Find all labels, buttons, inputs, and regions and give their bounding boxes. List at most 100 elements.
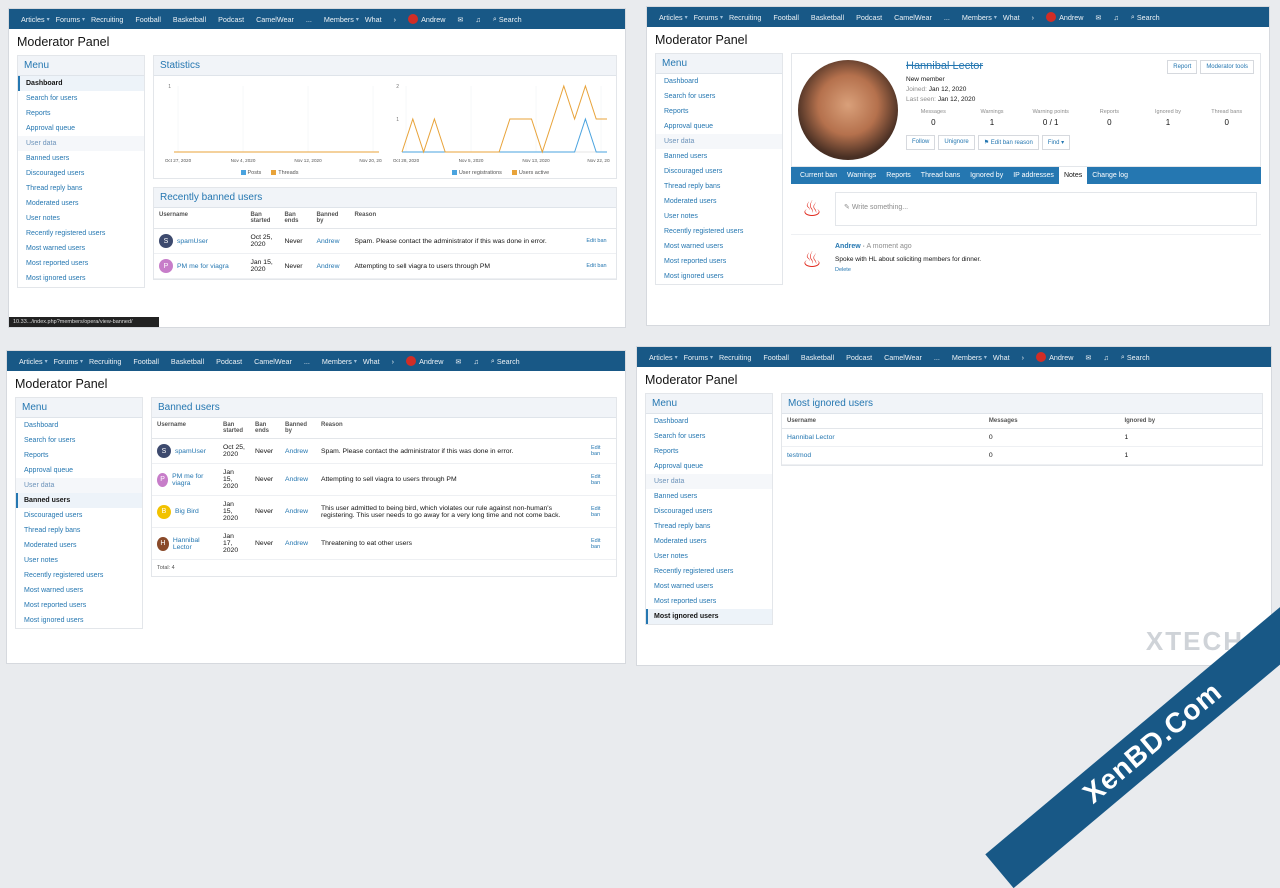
menu-item-approval-queue[interactable]: Approval queue: [16, 463, 142, 478]
stat-value[interactable]: 0: [1082, 118, 1137, 127]
nav-podcast[interactable]: Podcast: [850, 7, 888, 27]
menu-item-thread-reply-bans[interactable]: Thread reply bans: [646, 519, 772, 534]
menu-item-approval-queue[interactable]: Approval queue: [656, 119, 782, 134]
menu-item-dashboard[interactable]: Dashboard: [656, 74, 782, 89]
follow-button[interactable]: Follow: [906, 135, 935, 150]
nav-camelwear[interactable]: CamelWear: [248, 351, 298, 371]
username-link[interactable]: PM me for viagra: [172, 473, 213, 487]
menu-item-banned-users[interactable]: Banned users: [656, 149, 782, 164]
inbox-icon[interactable]: ✉: [449, 351, 467, 371]
nav-articles[interactable]: Articles: [15, 9, 51, 29]
menu-item-thread-reply-bans[interactable]: Thread reply bans: [16, 523, 142, 538]
nav-football[interactable]: Football: [767, 7, 805, 27]
nav-articles[interactable]: Articles: [653, 7, 689, 27]
menu-item-dashboard[interactable]: Dashboard: [18, 76, 144, 91]
menu-item-moderated-users[interactable]: Moderated users: [656, 194, 782, 209]
menu-item-most-ignored[interactable]: Most ignored users: [656, 269, 782, 284]
edit-ban-link[interactable]: Edit ban: [581, 229, 616, 254]
nav-recruiting[interactable]: Recruiting: [723, 7, 767, 27]
chevron-right-icon[interactable]: ›: [1026, 7, 1040, 27]
inbox-icon[interactable]: ✉: [1089, 7, 1107, 27]
username-link[interactable]: Big Bird: [175, 508, 199, 515]
nav-user[interactable]: Andrew: [1030, 347, 1079, 367]
nav-recruiting[interactable]: Recruiting: [713, 347, 757, 367]
nav-articles[interactable]: Articles: [13, 351, 49, 371]
edit-ban-link[interactable]: Edit ban: [586, 464, 616, 496]
nav-recruiting[interactable]: Recruiting: [85, 9, 129, 29]
avatar[interactable]: S: [157, 444, 171, 458]
nav-more[interactable]: ...: [928, 347, 946, 367]
menu-item-recently-registered[interactable]: Recently registered users: [646, 564, 772, 579]
username-link[interactable]: testmod: [782, 447, 984, 465]
nav-camelwear[interactable]: CamelWear: [878, 347, 928, 367]
nav-forums[interactable]: Forums: [48, 351, 84, 371]
bell-icon[interactable]: ♫: [469, 9, 486, 29]
stat-value[interactable]: 1: [1141, 118, 1196, 127]
menu-item-discouraged-users[interactable]: Discouraged users: [656, 164, 782, 179]
nav-whats-new[interactable]: What: [997, 7, 1026, 27]
menu-item-reports[interactable]: Reports: [646, 444, 772, 459]
edit-ban-link[interactable]: Edit ban: [586, 528, 616, 560]
stat-value[interactable]: 1: [965, 118, 1020, 127]
nav-search[interactable]: ⌕ Search: [1115, 347, 1156, 367]
nav-user[interactable]: Andrew: [402, 9, 451, 29]
nav-podcast[interactable]: Podcast: [212, 9, 250, 29]
note-time[interactable]: A moment ago: [867, 243, 912, 250]
tab-ignored-by[interactable]: Ignored by: [965, 167, 1008, 184]
nav-football[interactable]: Football: [757, 347, 795, 367]
find-button[interactable]: Find ▾: [1042, 135, 1070, 150]
menu-item-thread-reply-bans[interactable]: Thread reply bans: [18, 181, 144, 196]
menu-item-most-reported[interactable]: Most reported users: [16, 598, 142, 613]
nav-camelwear[interactable]: CamelWear: [250, 9, 300, 29]
nav-basketball[interactable]: Basketball: [795, 347, 840, 367]
nav-camelwear[interactable]: CamelWear: [888, 7, 938, 27]
menu-item-recently-registered[interactable]: Recently registered users: [18, 226, 144, 241]
nav-articles[interactable]: Articles: [643, 347, 679, 367]
nav-user[interactable]: Andrew: [400, 351, 449, 371]
avatar[interactable]: P: [157, 473, 168, 487]
chevron-right-icon[interactable]: ›: [386, 351, 400, 371]
note-author[interactable]: Andrew: [835, 243, 861, 250]
nav-podcast[interactable]: Podcast: [840, 347, 878, 367]
menu-item-thread-reply-bans[interactable]: Thread reply bans: [656, 179, 782, 194]
menu-item-dashboard[interactable]: Dashboard: [16, 418, 142, 433]
profile-username[interactable]: Hannibal Lector: [906, 60, 983, 72]
menu-item-recently-registered[interactable]: Recently registered users: [656, 224, 782, 239]
nav-user[interactable]: Andrew: [1040, 7, 1089, 27]
nav-whats-new[interactable]: What: [987, 347, 1016, 367]
menu-item-moderated-users[interactable]: Moderated users: [18, 196, 144, 211]
menu-item-dashboard[interactable]: Dashboard: [646, 414, 772, 429]
tab-ip-addresses[interactable]: IP addresses: [1008, 167, 1059, 184]
menu-item-search-users[interactable]: Search for users: [656, 89, 782, 104]
menu-item-user-notes[interactable]: User notes: [656, 209, 782, 224]
unignore-button[interactable]: Unignore: [938, 135, 974, 150]
menu-item-approval-queue[interactable]: Approval queue: [646, 459, 772, 474]
menu-item-search-users[interactable]: Search for users: [646, 429, 772, 444]
nav-basketball[interactable]: Basketball: [165, 351, 210, 371]
avatar[interactable]: P: [159, 259, 173, 273]
tab-current-ban[interactable]: Current ban: [795, 167, 842, 184]
inbox-icon[interactable]: ✉: [1079, 347, 1097, 367]
menu-item-search-users[interactable]: Search for users: [18, 91, 144, 106]
menu-item-most-warned[interactable]: Most warned users: [646, 579, 772, 594]
menu-item-most-reported[interactable]: Most reported users: [656, 254, 782, 269]
inbox-icon[interactable]: ✉: [451, 9, 469, 29]
menu-item-user-notes[interactable]: User notes: [18, 211, 144, 226]
menu-item-moderated-users[interactable]: Moderated users: [646, 534, 772, 549]
chevron-right-icon[interactable]: ›: [388, 9, 402, 29]
banned-by-link[interactable]: Andrew: [311, 254, 349, 279]
nav-basketball[interactable]: Basketball: [167, 9, 212, 29]
nav-search[interactable]: ⌕ Search: [485, 351, 526, 371]
tab-change-log[interactable]: Change log: [1087, 167, 1133, 184]
menu-item-approval-queue[interactable]: Approval queue: [18, 121, 144, 136]
legend-users-active[interactable]: Users active: [512, 170, 549, 176]
report-button[interactable]: Report: [1167, 60, 1197, 74]
nav-more[interactable]: ...: [938, 7, 956, 27]
menu-item-reports[interactable]: Reports: [656, 104, 782, 119]
menu-item-user-notes[interactable]: User notes: [16, 553, 142, 568]
menu-item-most-warned[interactable]: Most warned users: [18, 241, 144, 256]
tab-warnings[interactable]: Warnings: [842, 167, 881, 184]
legend-posts[interactable]: Posts: [241, 170, 262, 176]
username-link[interactable]: spamUser: [177, 238, 208, 245]
banned-by-link[interactable]: Andrew: [280, 528, 316, 560]
